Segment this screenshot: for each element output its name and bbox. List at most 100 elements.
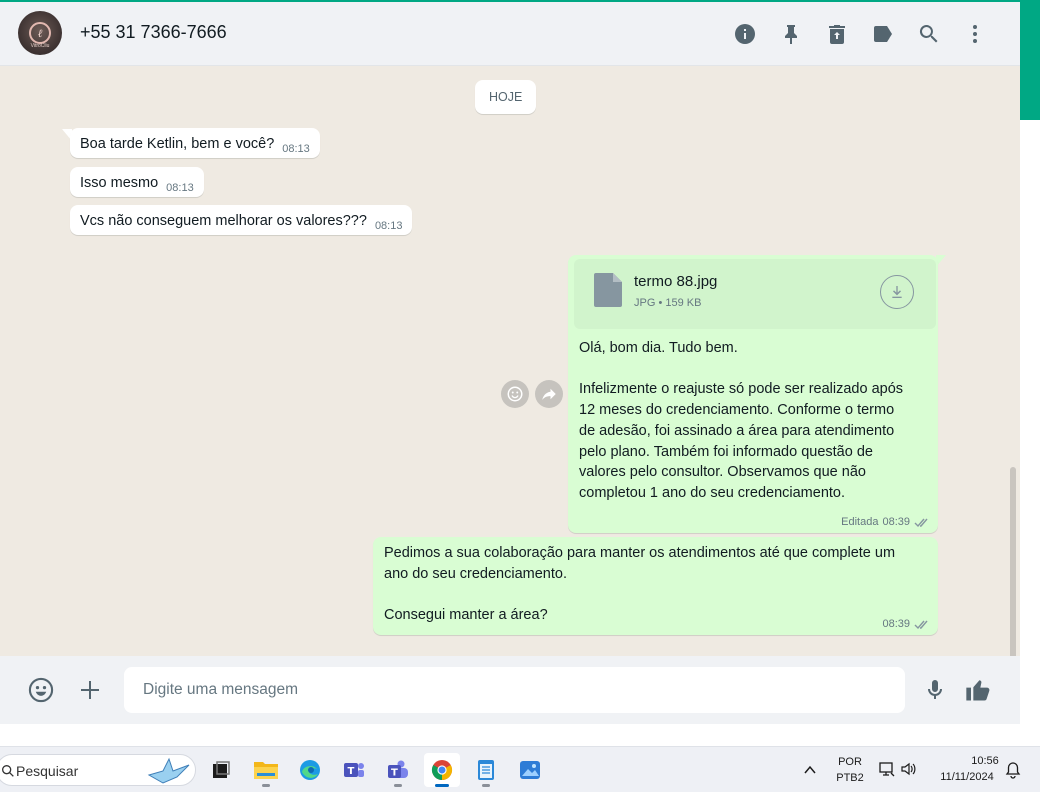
message-time: 08:39 (882, 618, 910, 630)
message-line: Consegui manter a área? (384, 607, 548, 624)
running-indicator (482, 784, 490, 787)
delete-button[interactable] (814, 18, 860, 50)
emoji-icon (28, 677, 54, 703)
contact-name[interactable]: +55 31 7366-7666 (80, 22, 227, 43)
notepad-icon (478, 760, 494, 780)
edited-label: Editada (841, 516, 879, 528)
incoming-message[interactable]: Vcs não conseguem melhorar os valores???… (70, 205, 413, 235)
message-line (579, 359, 903, 380)
message-composer (0, 656, 1020, 724)
search-icon (919, 25, 938, 43)
taskbar-teams[interactable]: T (380, 753, 416, 787)
message-text: Vcs não conseguem melhorar os valores??? (80, 213, 367, 229)
info-icon (735, 24, 755, 44)
pin-icon (785, 25, 797, 44)
paper-crane-icon (147, 757, 190, 784)
outgoing-message[interactable]: Pedimos a sua colaboração para manter os… (373, 537, 938, 635)
network-icon[interactable] (878, 760, 896, 778)
document-name: termo 88.jpg (634, 273, 718, 290)
pin-button[interactable] (768, 18, 814, 50)
folder-icon (254, 762, 278, 779)
message-meta: 08:39 (882, 618, 930, 630)
taskbar-edge[interactable] (292, 753, 328, 787)
taskbar-teams-classic[interactable]: T (336, 753, 372, 787)
document-attachment[interactable]: termo 88.jpg JPG • 159 KB (574, 259, 936, 329)
window-edge (1020, 0, 1040, 746)
forward-icon (542, 388, 556, 400)
emoji-icon (507, 386, 523, 402)
react-button[interactable] (501, 380, 529, 408)
more-options-button[interactable] (952, 18, 998, 50)
plus-icon (81, 681, 99, 699)
avatar[interactable]: ℓ VitroCliu (18, 11, 62, 55)
double-check-icon (914, 518, 928, 527)
message-time: 08:13 (282, 143, 310, 155)
delete-icon (829, 25, 845, 44)
message-text: Boa tarde Ketlin, bem e você? (80, 136, 275, 152)
message-time: 08:13 (166, 182, 194, 194)
emoji-button[interactable] (27, 676, 55, 704)
accent-strip (1020, 0, 1040, 120)
taskbar-file-explorer[interactable] (248, 753, 284, 787)
notification-bell-icon[interactable] (1005, 761, 1021, 779)
task-view-icon (213, 761, 230, 778)
language-indicator[interactable]: POR (836, 756, 864, 768)
document-meta: JPG • 159 KB (634, 297, 702, 309)
label-icon (874, 26, 892, 42)
message-line: valores pelo consultor. Observamos que n… (579, 464, 866, 481)
keyboard-layout[interactable]: PTB2 (833, 772, 867, 784)
svg-text:T: T (348, 766, 355, 777)
teams-icon: T (388, 760, 408, 779)
volume-icon[interactable] (900, 761, 918, 777)
more-vertical-icon (973, 25, 977, 43)
message-time: 08:39 (882, 516, 910, 528)
avatar-brand: VitroCliu (30, 43, 50, 49)
chat-scrollbar[interactable] (1010, 467, 1016, 656)
message-text: Olá, bom dia. Tudo bem. Infelizmente o r… (579, 338, 903, 504)
message-line: completou 1 ano do seu credenciamento. (579, 484, 846, 501)
double-check-icon (914, 620, 928, 629)
search-button[interactable] (906, 18, 952, 50)
download-button[interactable] (880, 275, 914, 309)
message-text: Pedimos a sua colaboração para manter os… (384, 543, 895, 626)
message-line (384, 584, 895, 605)
chevron-up-icon[interactable] (803, 763, 817, 777)
message-line: Infelizmente o reajuste só pode ser real… (579, 381, 904, 398)
incoming-message[interactable]: Boa tarde Ketlin, bem e você? 08:13 (70, 128, 320, 158)
message-input[interactable] (124, 667, 905, 713)
teams-classic-icon: T (344, 763, 364, 777)
message-line: ano do seu credenciamento. (384, 565, 567, 582)
voice-button[interactable] (921, 676, 949, 704)
message-time: 08:13 (374, 220, 403, 232)
attach-button[interactable] (76, 676, 104, 704)
avatar-logo-icon: ℓ (29, 22, 51, 44)
clock-date[interactable]: 11/11/2024 (934, 771, 1000, 783)
label-button[interactable] (860, 18, 906, 50)
window-bottom-gap (0, 724, 1020, 746)
taskbar: Pesquisar T T POR PTB2 10:56 11/11/2024 (0, 746, 1040, 792)
taskbar-photos[interactable] (512, 753, 548, 787)
svg-text:T: T (391, 768, 398, 779)
like-button[interactable] (964, 676, 992, 704)
message-text: Isso mesmo (80, 175, 159, 191)
taskbar-notepad[interactable] (468, 753, 504, 787)
photos-icon (520, 761, 540, 779)
date-chip: HOJE (475, 80, 537, 114)
incoming-message[interactable]: Isso mesmo 08:13 (70, 167, 204, 197)
taskbar-search[interactable]: Pesquisar (0, 754, 196, 786)
running-indicator (262, 784, 270, 787)
header-actions (722, 18, 998, 50)
message-line: Pedimos a sua colaboração para manter os… (384, 545, 896, 561)
message-meta: Editada 08:39 (841, 516, 930, 528)
message-list[interactable]: HOJE Boa tarde Ketlin, bem e você? 08:13 … (0, 67, 1020, 656)
outgoing-message[interactable]: termo 88.jpg JPG • 159 KB Olá, bom dia. … (568, 255, 938, 533)
forward-button[interactable] (535, 380, 563, 408)
running-indicator (394, 784, 402, 787)
taskbar-task-view[interactable] (203, 753, 239, 787)
message-line: de adesão, foi assinado a área para aten… (579, 422, 895, 439)
info-button[interactable] (722, 18, 768, 50)
message-line: pelo plano. Também foi informado questão… (579, 443, 873, 460)
edge-icon (300, 760, 320, 780)
taskbar-chrome[interactable] (424, 753, 460, 787)
search-icon (1, 765, 14, 777)
